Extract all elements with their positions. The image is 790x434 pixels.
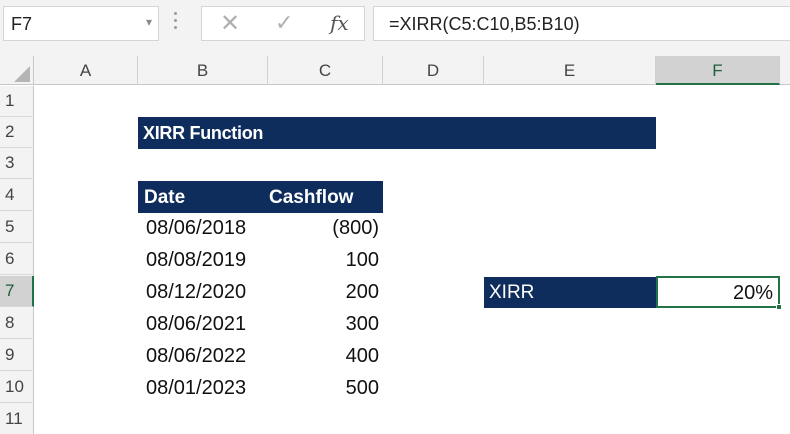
cashflow-cell[interactable]: 300 [268,309,379,339]
column-header-f[interactable]: F [656,56,780,85]
formula-buttons: ✕ ✓ fx [201,6,365,41]
column-headers: A B C D E F [0,56,790,85]
row-header-1[interactable]: 1 [0,86,34,117]
formula-text[interactable]: =XIRR(C5:C10,B5:B10) [389,14,580,35]
xirr-label-cell[interactable]: XIRR [484,277,656,308]
cashflow-cell[interactable]: 200 [268,277,379,307]
date-header: Date [144,187,186,208]
name-box-value[interactable]: F7 [11,14,32,35]
cashflow-header: Cashflow [269,187,354,208]
column-header-a[interactable]: A [34,56,138,85]
cashflow-cell[interactable]: 400 [268,341,379,371]
cashflow-cell[interactable]: 500 [268,373,379,403]
row-header-4[interactable]: 4 [0,180,34,211]
drag-handle-icon[interactable] [174,12,178,34]
xirr-label: XIRR [489,282,535,303]
checkmark-icon[interactable]: ✓ [275,10,293,36]
selected-cell-f7[interactable]: 20% [656,276,782,310]
title-banner[interactable]: XIRR Function [138,117,656,149]
row-header-3[interactable]: 3 [0,148,34,179]
date-cell[interactable]: 08/12/2020 [146,277,246,307]
row-header-5[interactable]: 5 [0,212,34,243]
row-header-11[interactable]: 11 [0,404,34,434]
row-header-10[interactable]: 10 [0,372,34,403]
column-header-b[interactable]: B [138,56,268,85]
insert-function-button[interactable]: fx [330,11,349,35]
row-header-7[interactable]: 7 [0,276,34,307]
column-header-c[interactable]: C [268,56,383,85]
cashflow-cell[interactable]: 100 [268,245,379,275]
title-text: XIRR Function [143,123,264,143]
column-header-d[interactable]: D [383,56,484,85]
name-box[interactable]: F7 ▾ [3,6,159,41]
row-header-8[interactable]: 8 [0,308,34,339]
date-cell[interactable]: 08/06/2021 [146,309,246,339]
formula-input[interactable]: =XIRR(C5:C10,B5:B10) [373,6,790,41]
chevron-down-icon[interactable]: ▾ [146,15,152,29]
xirr-result-value: 20% [732,282,773,304]
select-all-button[interactable] [0,56,34,85]
row-header-9[interactable]: 9 [0,340,34,371]
date-cell[interactable]: 08/06/2022 [146,341,246,371]
row-headers: 1 2 3 4 5 6 7 8 9 10 11 [0,86,34,434]
column-header-e[interactable]: E [484,56,656,85]
fill-handle[interactable] [776,304,782,310]
date-cell[interactable]: 08/08/2019 [146,245,246,275]
table-header-row[interactable]: Date Cashflow [138,181,383,213]
formula-bar: F7 ▾ ✕ ✓ fx =XIRR(C5:C10,B5:B10) [0,0,790,56]
cashflow-cell[interactable]: (800) [268,213,379,243]
row-header-2[interactable]: 2 [0,117,34,148]
date-cell[interactable]: 08/01/2023 [146,373,246,403]
select-all-icon [14,66,30,82]
row-header-6[interactable]: 6 [0,244,34,275]
date-cell[interactable]: 08/06/2018 [146,213,246,243]
close-icon[interactable]: ✕ [220,9,240,38]
